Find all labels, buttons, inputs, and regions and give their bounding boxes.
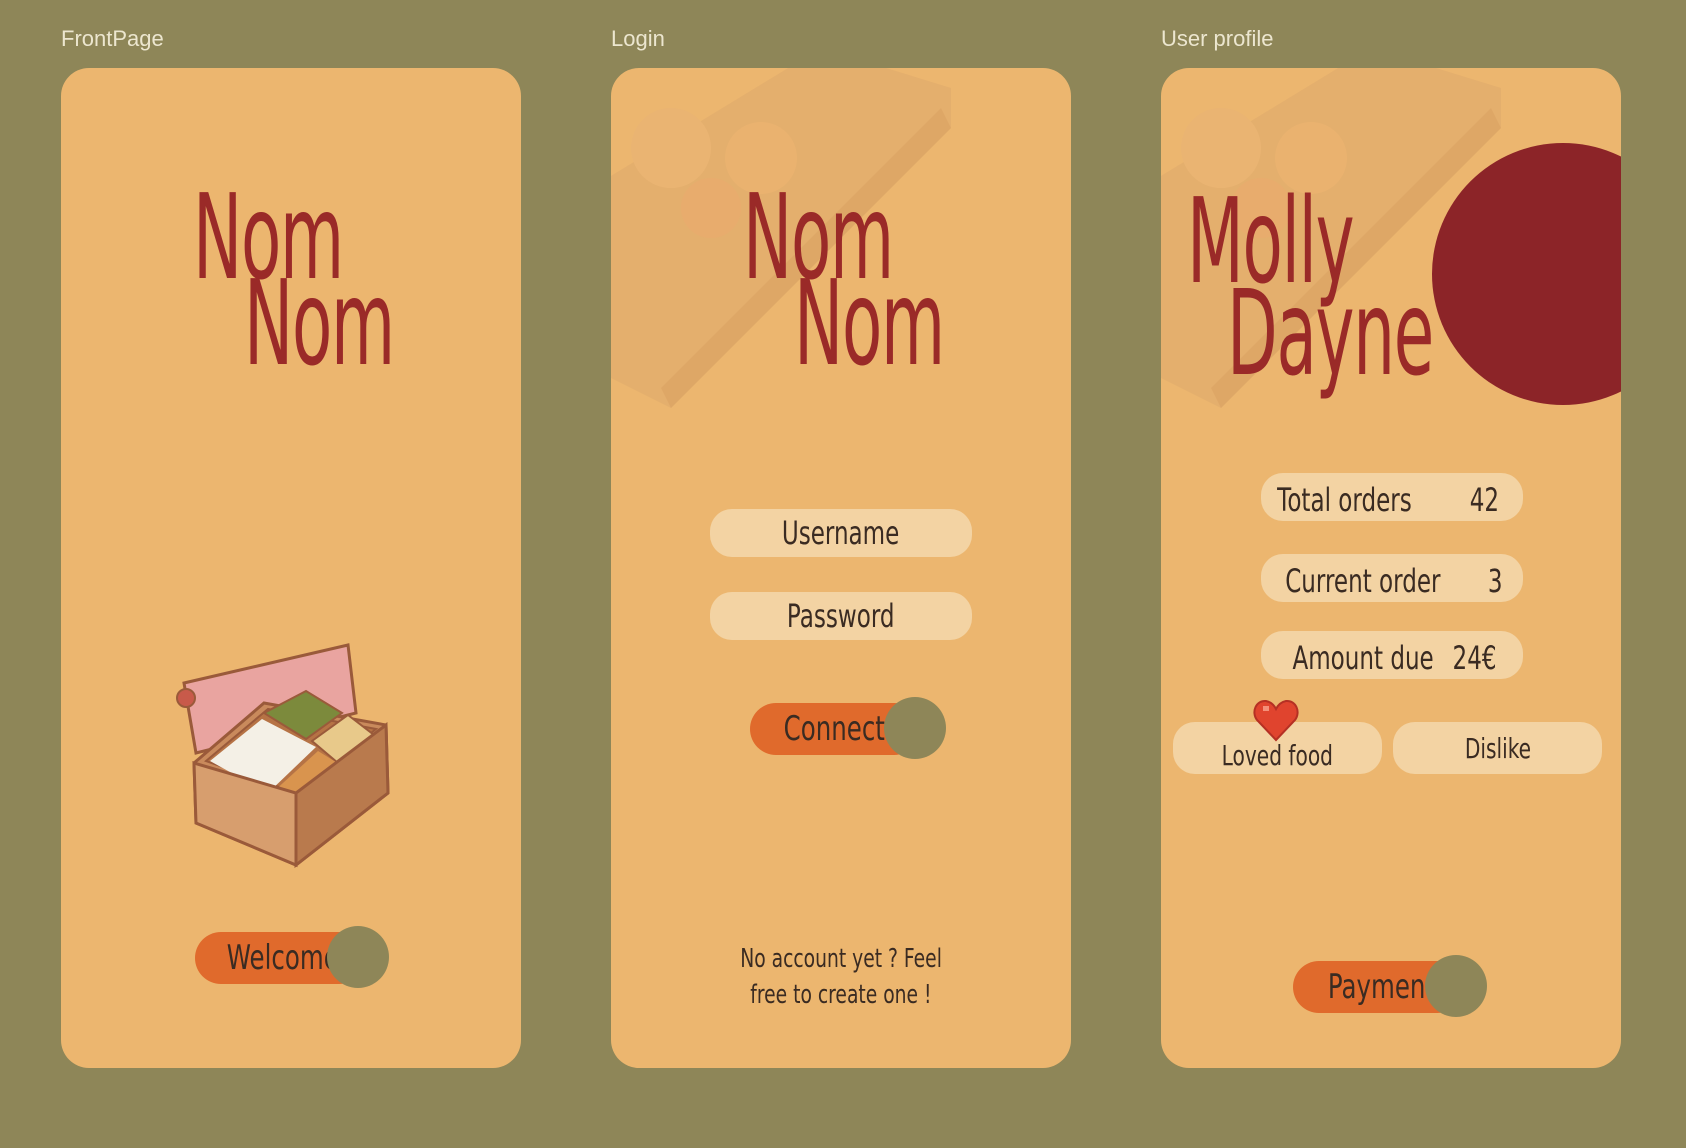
stat-value: 3 xyxy=(1487,562,1503,600)
connect-button-label: Connect xyxy=(783,709,885,749)
payment-button-knob[interactable] xyxy=(1425,955,1487,1017)
dislike-label: Dislike xyxy=(1464,731,1531,765)
heart-icon xyxy=(1253,699,1299,742)
password-input[interactable]: Password xyxy=(710,592,972,640)
stat-label: Current order xyxy=(1285,562,1441,600)
signup-line-2: free to create one ! xyxy=(750,980,932,1010)
stat-label: Amount due xyxy=(1292,639,1434,677)
bento-box-icon xyxy=(176,643,390,869)
user-profile-screen: Molly Dayne Total orders 42 Current orde… xyxy=(1161,68,1621,1068)
welcome-button-knob[interactable] xyxy=(327,926,389,988)
logo-line-2: Nom xyxy=(244,254,395,392)
user-last-name: Dayne xyxy=(1227,264,1434,402)
stat-value: 24€ xyxy=(1452,639,1497,677)
frame-label-login: Login xyxy=(611,26,665,51)
payment-button-label: Payment xyxy=(1327,967,1436,1007)
frame-label-frontpage: FrontPage xyxy=(61,26,164,51)
welcome-button-label: Welcome xyxy=(226,938,339,978)
username-input[interactable]: Username xyxy=(710,509,972,557)
frontpage-screen: Nom Nom Welcome xyxy=(61,68,521,1068)
signup-line-1: No account yet ? Feel xyxy=(740,944,942,974)
password-placeholder: Password xyxy=(787,597,895,635)
frame-label-user-profile: User profile xyxy=(1161,26,1274,51)
stat-current-order: Current order 3 xyxy=(1261,554,1523,602)
signup-prompt[interactable]: No account yet ? Feel free to create one… xyxy=(611,944,1071,1010)
login-screen: Nom Nom Username Password Connect No acc… xyxy=(611,68,1071,1068)
stat-value: 42 xyxy=(1469,481,1500,519)
connect-button-knob[interactable] xyxy=(884,697,946,759)
dislike-button[interactable]: Dislike xyxy=(1393,722,1602,774)
stat-total-orders: Total orders 42 xyxy=(1261,473,1523,521)
stat-amount-due: Amount due 24€ xyxy=(1261,631,1523,679)
logo-line-2: Nom xyxy=(794,254,945,392)
username-placeholder: Username xyxy=(782,514,900,552)
stat-label: Total orders xyxy=(1277,481,1412,519)
loved-food-label: Loved food xyxy=(1221,739,1334,772)
